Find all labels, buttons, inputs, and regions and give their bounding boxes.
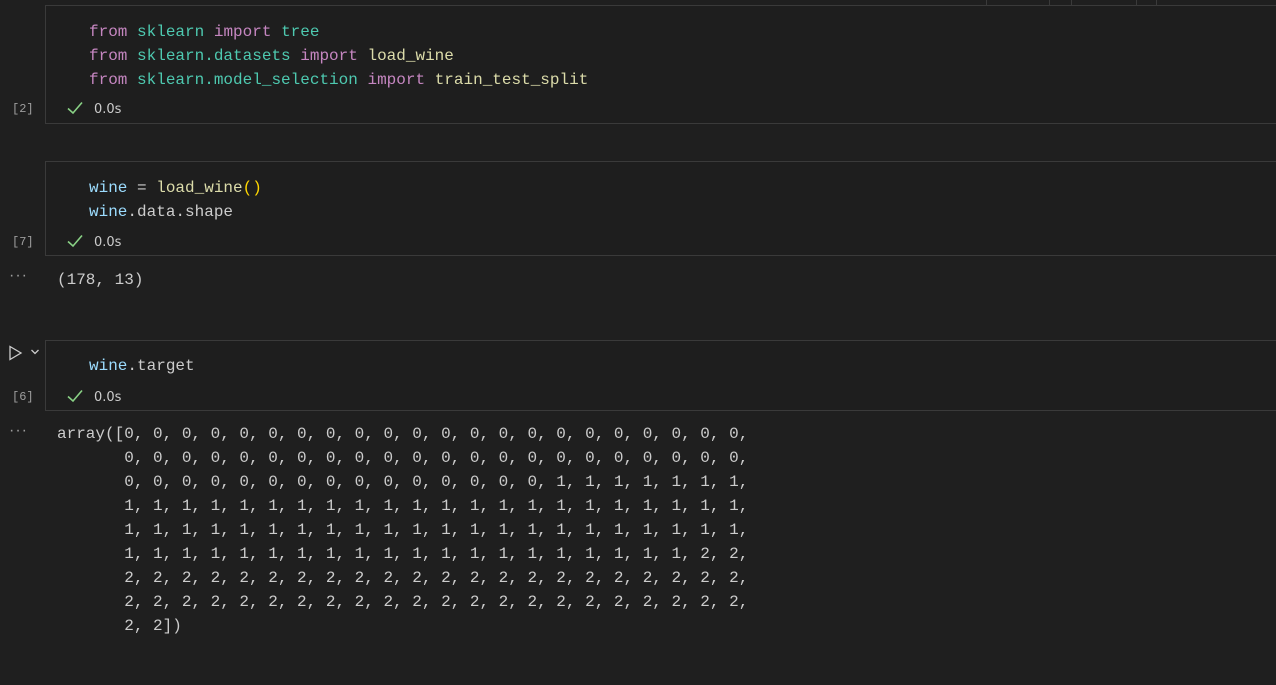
code-line: wine.target bbox=[89, 357, 195, 375]
code-line: from sklearn.model_selection import trai… bbox=[89, 71, 589, 89]
notebook-editor: from sklearn import tree from sklearn.da… bbox=[0, 0, 1276, 685]
code-line: wine.data.shape bbox=[89, 203, 234, 221]
execution-time: 0.0s bbox=[94, 235, 122, 250]
code-line: wine = load_wine() bbox=[89, 179, 262, 197]
code-cell-load-wine[interactable]: wine = load_wine() wine.data.shape 0.0s bbox=[45, 161, 1276, 256]
code-line: from sklearn import tree bbox=[89, 23, 320, 41]
cell-status: 0.0s bbox=[66, 387, 121, 405]
chevron-down-icon[interactable] bbox=[30, 347, 40, 357]
check-icon bbox=[67, 389, 83, 403]
check-icon bbox=[67, 101, 83, 115]
output-more-icon[interactable]: ··· bbox=[9, 267, 28, 285]
execution-count: [7] bbox=[12, 235, 34, 249]
code-line: from sklearn.datasets import load_wine bbox=[89, 47, 454, 65]
code-cell-imports[interactable]: from sklearn import tree from sklearn.da… bbox=[45, 5, 1276, 124]
execution-count: [6] bbox=[12, 390, 34, 404]
cell-editor[interactable]: wine.target bbox=[89, 354, 195, 378]
execution-count: [2] bbox=[12, 102, 34, 116]
execution-time: 0.0s bbox=[94, 390, 122, 405]
cell-status: 0.0s bbox=[66, 99, 121, 117]
cell-editor[interactable]: from sklearn import tree from sklearn.da… bbox=[89, 20, 588, 92]
cell-output: (178, 13) bbox=[57, 271, 144, 289]
check-icon bbox=[67, 234, 83, 248]
execution-time: 0.0s bbox=[94, 102, 122, 117]
code-cell-target[interactable]: wine.target 0.0s bbox=[45, 340, 1276, 411]
cell-editor[interactable]: wine = load_wine() wine.data.shape bbox=[89, 176, 262, 224]
cell-status: 0.0s bbox=[66, 232, 121, 250]
output-more-icon[interactable]: ··· bbox=[9, 422, 28, 440]
run-icon[interactable] bbox=[6, 344, 24, 362]
cell-output: array([0, 0, 0, 0, 0, 0, 0, 0, 0, 0, 0, … bbox=[57, 425, 749, 635]
